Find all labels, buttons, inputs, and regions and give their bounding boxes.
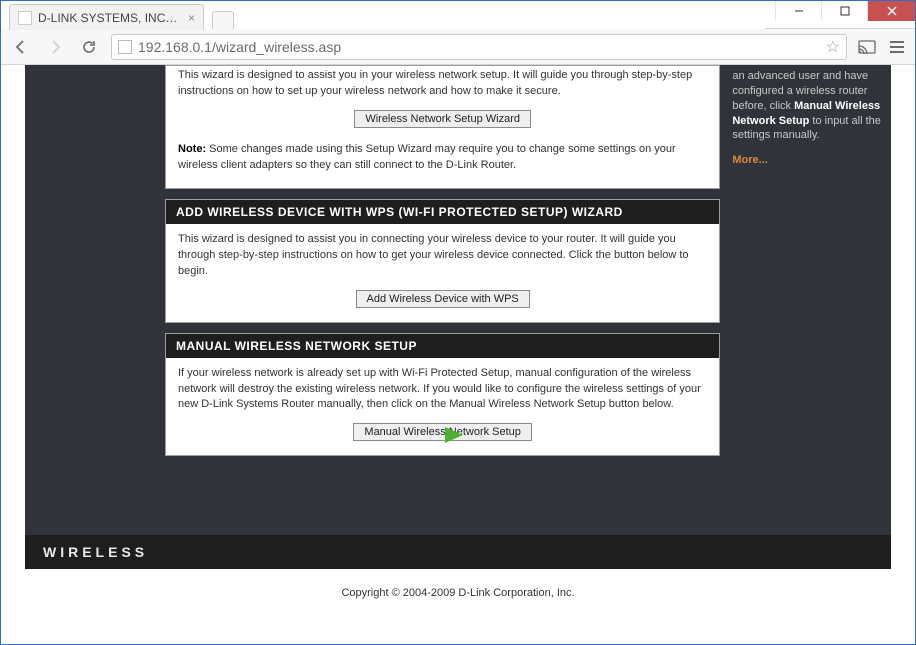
add-wps-device-button[interactable]: Add Wireless Device with WPS [356, 290, 530, 308]
page-body: This wizard is designed to assist you in… [1, 65, 915, 644]
close-button[interactable] [867, 1, 915, 21]
forward-button[interactable] [43, 35, 67, 59]
wps-body-text: This wizard is designed to assist you in… [178, 232, 707, 280]
wps-wizard-card: ADD WIRELESS DEVICE WITH WPS (WI-FI PROT… [165, 199, 720, 323]
brand-label: WIRELESS [43, 544, 148, 560]
router-page-dark: This wizard is designed to assist you in… [25, 65, 891, 535]
wireless-wizard-card: This wizard is designed to assist you in… [165, 65, 720, 189]
page-viewport: This wizard is designed to assist you in… [1, 65, 915, 644]
favicon-icon [18, 11, 32, 25]
main-column: This wizard is designed to assist you in… [165, 65, 720, 466]
manual-body-text: If your wireless network is already set … [178, 366, 707, 414]
wizard-intro-text: This wizard is designed to assist you in… [178, 68, 707, 100]
bookmark-star-icon[interactable]: ☆ [826, 37, 840, 57]
wizard-note: Note: Some changes made using this Setup… [178, 142, 707, 174]
note-label: Note: [178, 143, 206, 155]
tab-close-icon[interactable]: × [188, 11, 195, 25]
footer-copyright: Copyright © 2004-2009 D-Link Corporation… [1, 569, 915, 617]
url-input[interactable] [138, 39, 820, 55]
wps-heading: ADD WIRELESS DEVICE WITH WPS (WI-FI PROT… [166, 200, 719, 224]
wireless-setup-wizard-button[interactable]: Wireless Network Setup Wizard [354, 110, 531, 128]
new-tab-button[interactable] [212, 11, 234, 29]
note-text: Some changes made using this Setup Wizar… [178, 143, 676, 171]
browser-window: D-LINK SYSTEMS, INC | W × ☆ [0, 0, 916, 645]
tab-strip: D-LINK SYSTEMS, INC | W × [1, 1, 765, 29]
back-button[interactable] [9, 35, 33, 59]
browser-tab[interactable]: D-LINK SYSTEMS, INC | W × [9, 4, 204, 30]
manual-setup-card: MANUAL WIRELESS NETWORK SETUP If your wi… [165, 333, 720, 457]
manual-heading: MANUAL WIRELESS NETWORK SETUP [166, 334, 719, 358]
brand-bar: WIRELESS [25, 535, 891, 569]
page-icon [118, 40, 132, 54]
cast-icon[interactable] [857, 37, 877, 57]
sidebar-more-link[interactable]: More... [732, 153, 891, 168]
minimize-button[interactable] [775, 1, 821, 21]
reload-button[interactable] [77, 35, 101, 59]
browser-toolbar: ☆ [1, 29, 915, 65]
tab-title: D-LINK SYSTEMS, INC | W [38, 11, 178, 25]
maximize-button[interactable] [821, 1, 867, 21]
window-controls [775, 1, 915, 21]
address-bar[interactable]: ☆ [111, 34, 847, 60]
menu-icon[interactable] [887, 37, 907, 57]
highlight-arrow-icon [393, 421, 473, 449]
help-sidebar: an advanced user and have configured a w… [732, 65, 891, 466]
